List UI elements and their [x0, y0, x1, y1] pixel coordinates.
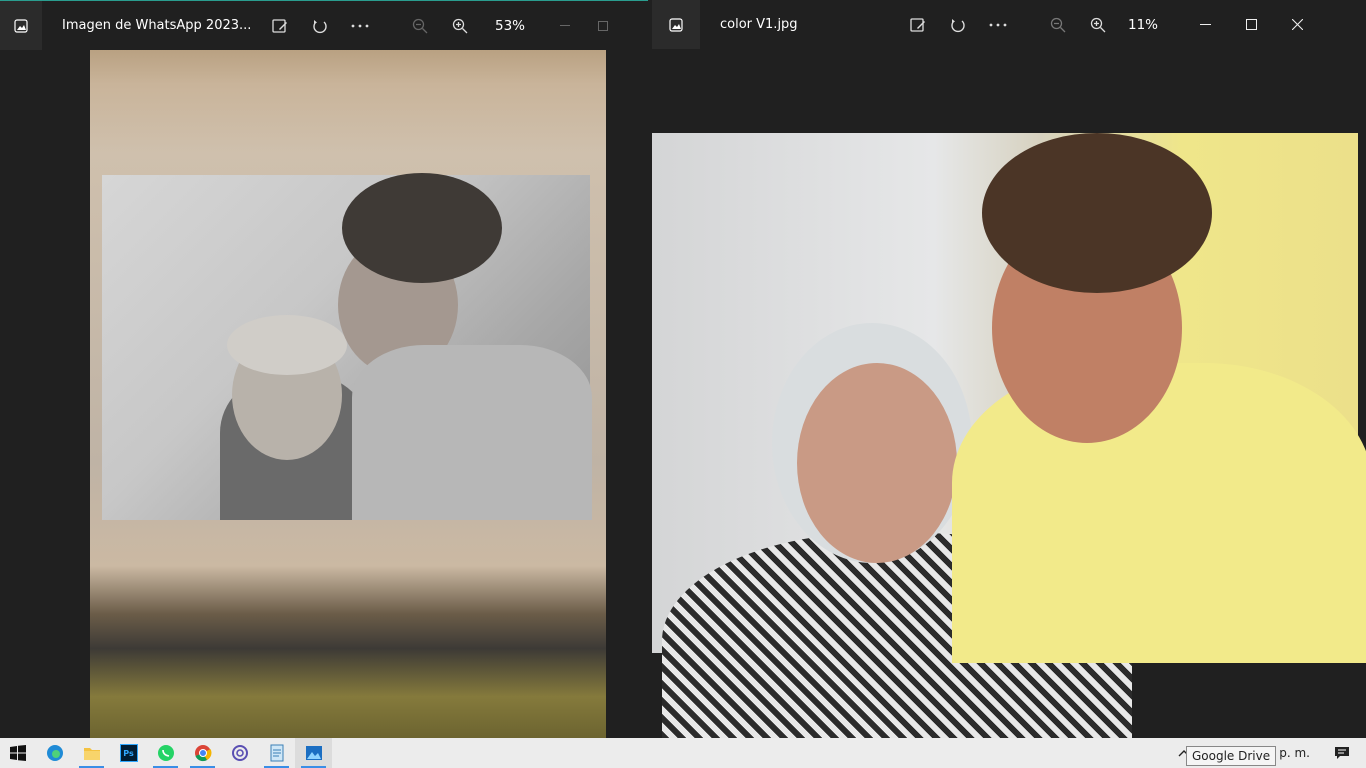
window-title: color V1.jpg	[720, 17, 798, 32]
zoom-level[interactable]: 11%	[1118, 17, 1168, 33]
photoshop-icon[interactable]: Ps	[110, 738, 147, 768]
edge-icon[interactable]	[36, 738, 73, 768]
windows-start-icon[interactable]	[0, 738, 36, 768]
title-bar: Imagen de WhatsApp 2023... 53%	[0, 1, 648, 50]
photos-window-left: Imagen de WhatsApp 2023... 53%	[0, 0, 648, 738]
tooltip: Google Drive	[1186, 746, 1277, 766]
minimize-button[interactable]	[542, 9, 588, 42]
photos-app-icon[interactable]	[0, 1, 42, 50]
notifications-icon[interactable]	[1318, 738, 1366, 768]
edit-image-icon[interactable]	[260, 1, 300, 50]
whatsapp-icon[interactable]	[147, 738, 184, 768]
edit-image-icon[interactable]	[898, 0, 938, 49]
zoom-in-icon[interactable]	[1078, 0, 1118, 49]
zoom-out-icon[interactable]	[1038, 0, 1078, 49]
minimize-button[interactable]	[1182, 8, 1228, 41]
title-bar: color V1.jpg 11%	[652, 0, 1366, 49]
zoom-in-icon[interactable]	[440, 1, 480, 50]
zoom-level[interactable]: 53%	[480, 18, 540, 34]
photos-window-right: color V1.jpg 11%	[652, 0, 1366, 738]
maximize-button[interactable]	[1228, 8, 1274, 41]
more-options-icon[interactable]	[340, 1, 380, 50]
photos-app-icon[interactable]	[652, 0, 700, 49]
bw-photo-print	[102, 173, 592, 520]
file-explorer-icon[interactable]	[73, 738, 110, 768]
rotate-icon[interactable]	[300, 1, 340, 50]
more-options-icon[interactable]	[978, 0, 1018, 49]
maximize-button[interactable]	[588, 9, 618, 42]
taskbar: Ps 34 p. m.	[0, 738, 1366, 768]
notepad-icon[interactable]	[258, 738, 295, 768]
photoshop-label: Ps	[119, 744, 138, 762]
window-title: Imagen de WhatsApp 2023...	[62, 18, 252, 33]
photo-colorized	[652, 133, 1366, 738]
photo-original-framed	[90, 50, 606, 738]
photos-taskbar-icon[interactable]	[295, 738, 332, 768]
chrome-icon[interactable]	[184, 738, 221, 768]
zoom-out-icon[interactable]	[400, 1, 440, 50]
close-button[interactable]	[1274, 8, 1320, 41]
swirl-app-icon[interactable]	[221, 738, 258, 768]
rotate-icon[interactable]	[938, 0, 978, 49]
